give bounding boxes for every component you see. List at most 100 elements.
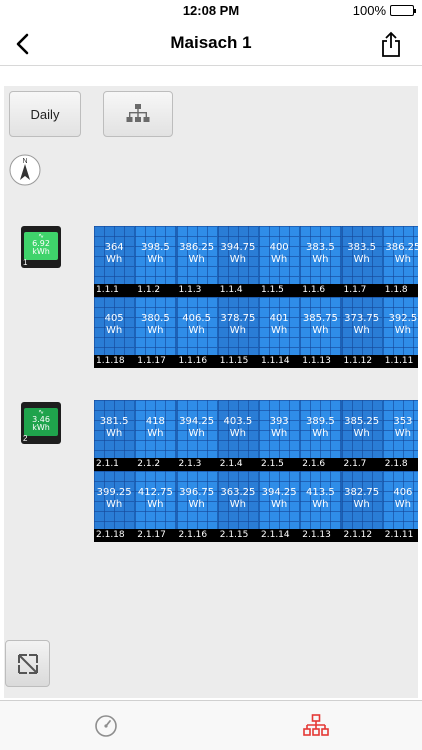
solar-panel[interactable]: 399.25 Wh [94,471,136,529]
solar-panel[interactable]: 383.5 Wh [341,226,383,284]
solar-panel[interactable]: 413.5 Wh [300,471,342,529]
panel-energy-value: 403.5 [223,416,253,427]
solar-panel[interactable]: 394.25 Wh [259,471,301,529]
panel-label-row: 1.1.1 1.1.2 1.1.3 1.1.4 1.1.5 1.1.6 1.1.7 1.1.8 [94,284,418,297]
panel-energy-unit: Wh [229,325,246,336]
panel-energy-unit: Wh [394,428,411,439]
panel-energy-value: 412.75 [137,487,173,498]
panel-array-1: 364 Wh 398.5 Wh 386.25 Wh 394.75 Wh 400 Wh 383.5 Wh… [94,226,418,368]
hierarchy-view-button[interactable] [103,91,173,137]
panel-energy-value: 385.25 [344,416,380,427]
panel-energy-value: 363.25 [220,487,256,498]
panel-id-label: 1.1.14 [261,356,290,366]
panel-id-label: 2.1.18 [96,530,125,540]
solar-panel[interactable]: 380.5 Wh [135,297,177,355]
solar-panel[interactable]: 386.25 Wh [382,226,418,284]
panel-energy-unit: Wh [312,428,329,439]
tab-dashboard[interactable] [93,713,119,739]
inverter-number: 2 [23,434,28,443]
solar-panel[interactable]: 389.5 Wh [300,400,342,458]
panel-energy-value: 405 [104,313,124,324]
panel-id-label: 1.1.7 [343,285,367,295]
panel-energy-unit: Wh [147,254,164,265]
panel-id-label: 1.1.4 [219,285,243,295]
solar-panel[interactable]: 381.5 Wh [94,400,136,458]
solar-panel[interactable]: 392.5 Wh [382,297,418,355]
solar-panel[interactable]: 394.75 Wh [217,226,259,284]
panel-energy-unit: Wh [394,254,411,265]
panel-array-2: 381.5 Wh 418 Wh 394.25 Wh 403.5 Wh 393 Wh 389.5 Wh 3… [94,400,418,542]
plant-layout-canvas[interactable]: Daily N ∿ 6.92 kWh 1 364 Wh 398.5 Wh 386.25 W… [4,86,418,698]
panel-energy-value: 386.25 [179,242,215,253]
panel-energy-value: 406 [393,487,413,498]
solar-panel[interactable]: 406.5 Wh [176,297,218,355]
panel-row: 399.25 Wh 412.75 Wh 396.75 Wh 363.25 Wh 394.25 Wh… [94,471,418,529]
solar-panel[interactable]: 396.75 Wh [176,471,218,529]
solar-panel[interactable]: 398.5 Wh [135,226,177,284]
panel-row: 364 Wh 398.5 Wh 386.25 Wh 394.75 Wh 400 Wh 383.5 Wh… [94,226,418,284]
panel-energy-unit: Wh [271,428,288,439]
solar-panel[interactable]: 386.25 Wh [176,226,218,284]
solar-panel[interactable]: 393 Wh [259,400,301,458]
panel-id-label: 1.1.1 [96,285,119,295]
inverter-1[interactable]: ∿ 6.92 kWh 1 [21,226,61,268]
panel-energy-unit: Wh [353,325,370,336]
panel-energy-value: 394.25 [179,416,215,427]
panel-id-label: 2.1.1 [96,459,119,469]
daily-button[interactable]: Daily [9,91,81,137]
panel-energy-unit: Wh [188,428,205,439]
solar-panel[interactable]: 400 Wh [259,226,301,284]
panel-id-label: 1.1.8 [384,285,408,295]
solar-panel[interactable]: 353 Wh [382,400,418,458]
panel-row: 405 Wh 380.5 Wh 406.5 Wh 378.75 Wh 401 Wh 385.75 Wh… [94,297,418,355]
panel-energy-value: 398.5 [141,242,170,253]
hierarchy-icon [303,714,329,736]
solar-panel[interactable]: 418 Wh [135,400,177,458]
panel-id-label: 1.1.17 [137,356,166,366]
solar-panel[interactable]: 383.5 Wh [300,226,342,284]
solar-panel[interactable]: 394.25 Wh [176,400,218,458]
solar-panel[interactable]: 406 Wh [382,471,418,529]
fullscreen-button[interactable] [5,640,50,687]
panel-energy-value: 394.75 [220,242,256,253]
solar-panel[interactable]: 382.75 Wh [341,471,383,529]
panel-energy-unit: Wh [147,499,164,510]
panel-energy-unit: Wh [188,254,205,265]
inverter-energy-unit: kWh [32,423,50,432]
tab-bar [0,700,422,750]
panel-energy-value: 394.25 [261,487,297,498]
solar-panel[interactable]: 378.75 Wh [217,297,259,355]
solar-panel[interactable]: 385.25 Wh [341,400,383,458]
panel-id-label: 1.1.3 [178,285,202,295]
panel-energy-unit: Wh [271,325,288,336]
solar-panel[interactable]: 364 Wh [94,226,136,284]
inverter-2[interactable]: ∿ 3.46 kWh 2 [21,402,61,444]
compass-icon: N [9,154,41,186]
panel-energy-unit: Wh [353,499,370,510]
panel-id-label: 2.1.12 [343,530,373,540]
solar-panel[interactable]: 373.75 Wh [341,297,383,355]
inverter-number: 1 [23,258,28,267]
panel-energy-unit: Wh [271,499,288,510]
panel-id-label: 2.1.3 [178,459,202,469]
solar-panel[interactable]: 412.75 Wh [135,471,177,529]
battery-indicator: 100% [353,3,416,18]
panel-id-label: 2.1.17 [137,530,166,540]
panel-energy-value: 364 [104,242,124,253]
panel-energy-value: 396.75 [179,487,215,498]
tab-plant-layout[interactable] [303,713,329,739]
battery-icon [390,5,416,16]
panel-row: 381.5 Wh 418 Wh 394.25 Wh 403.5 Wh 393 Wh 389.5 Wh 3… [94,400,418,458]
solar-panel[interactable]: 405 Wh [94,297,136,355]
panel-energy-value: 353 [393,416,413,427]
panel-label-row: 1.1.18 1.1.17 1.1.16 1.1.15 1.1.14 1.1.13 1.1.… [94,355,418,368]
solar-panel[interactable]: 401 Wh [259,297,301,355]
solar-panel[interactable]: 403.5 Wh [217,400,259,458]
solar-panel[interactable]: 363.25 Wh [217,471,259,529]
share-button[interactable] [378,30,404,58]
solar-panel[interactable]: 385.75 Wh [300,297,342,355]
panel-id-label: 2.1.4 [219,459,243,469]
panel-energy-value: 373.75 [344,313,380,324]
panel-energy-unit: Wh [312,254,329,265]
panel-id-label: 1.1.12 [343,356,373,366]
